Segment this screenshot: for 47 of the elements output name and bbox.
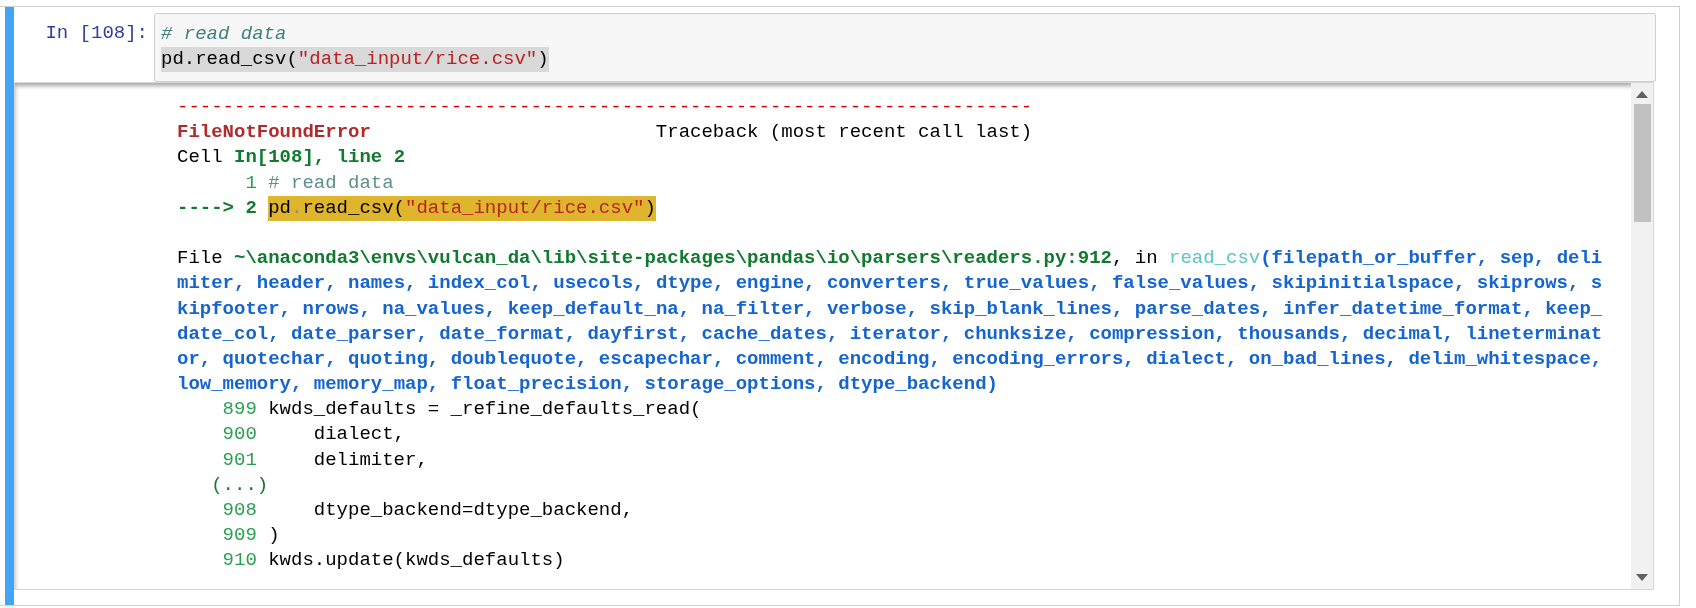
current-line-arrow: ----> bbox=[177, 195, 234, 221]
code-text: pd.read_csv( bbox=[161, 47, 298, 72]
error-name: FileNotFoundError bbox=[177, 120, 371, 146]
code-text: dialect, bbox=[312, 422, 405, 448]
line-number: 910 bbox=[222, 548, 257, 574]
line-number: 899 bbox=[222, 397, 257, 423]
code-text: ) bbox=[268, 523, 280, 549]
function-signature: kipfooter, nrows, na_values, keep_default_na, na_filter, verbose, skip_blank_lines, parse_dates, infer_datetime_format, keep_ bbox=[177, 296, 1603, 322]
code-comment: # read data bbox=[268, 170, 394, 196]
scroll-down-icon[interactable] bbox=[1636, 574, 1648, 581]
code-comment: # read data bbox=[161, 22, 287, 47]
string-literal: "data_input/rice.csv" bbox=[405, 195, 645, 221]
scrollbar[interactable] bbox=[1631, 83, 1653, 589]
input-prompt: In [108]: bbox=[44, 21, 149, 46]
code-text: kwds_defaults = _refine_defaults_read( bbox=[268, 397, 702, 423]
scrollbar-thumb[interactable] bbox=[1633, 104, 1651, 222]
line-number: 1 bbox=[245, 170, 257, 196]
line-number: 2 bbox=[245, 195, 257, 221]
code-text: delimiter, bbox=[312, 447, 428, 473]
cell-location: In[108], line 2 bbox=[234, 145, 406, 171]
function-signature: miter, header, names, index_col, usecols, dtype, engine, converters, true_values, false_values, skipinitialspace, skiprows, s bbox=[177, 271, 1603, 297]
line-number: 908 bbox=[222, 498, 257, 523]
code-text: ) bbox=[537, 47, 549, 72]
operator-text: . bbox=[291, 195, 303, 221]
code-text: pd bbox=[268, 195, 291, 221]
line-number: 900 bbox=[222, 422, 257, 448]
function-name: read_csv bbox=[1169, 246, 1261, 272]
code-text: File bbox=[177, 246, 224, 272]
traceback-header: Traceback (most recent call last) bbox=[655, 120, 1033, 146]
omitted-lines-marker: (...) bbox=[211, 472, 269, 498]
function-signature: low_memory, memory_map, float_precision, storage_options, dtype_backend) bbox=[177, 372, 998, 398]
line-number: 901 bbox=[222, 447, 257, 473]
code-input-field[interactable]: # read data pd.read_csv("data_input/rice.csv") bbox=[154, 13, 1656, 82]
traceback-rule: --------------------------------------------------------------------------- bbox=[177, 95, 1033, 120]
code-text: Cell bbox=[177, 145, 224, 171]
function-signature: (filepath_or_buffer, sep, deli bbox=[1260, 246, 1603, 272]
code-text: , in bbox=[1111, 246, 1159, 272]
code-text: read_csv( bbox=[302, 195, 406, 221]
code-text: kwds.update(kwds_defaults) bbox=[268, 548, 565, 574]
code-text: dtype_backend=dtype_backend, bbox=[312, 498, 634, 523]
line-number: 909 bbox=[222, 523, 257, 549]
file-path: ~\anaconda3\envs\vulcan_da\lib\site-packages\pandas\io\parsers\readers.py:912 bbox=[234, 246, 1112, 272]
function-signature: or, quotechar, quoting, doublequote, escapechar, comment, encoding, encoding_errors, dialect, on_bad_lines, delim_whitespace, bbox=[177, 346, 1603, 372]
string-literal: "data_input/rice.csv" bbox=[297, 47, 538, 72]
code-text: ) bbox=[644, 195, 656, 221]
scroll-up-icon[interactable] bbox=[1636, 91, 1648, 98]
function-signature: date_col, date_parser, date_format, dayfirst, cache_dates, iterator, chunksize, compression, thousands, decimal, lineterminat bbox=[177, 321, 1603, 347]
